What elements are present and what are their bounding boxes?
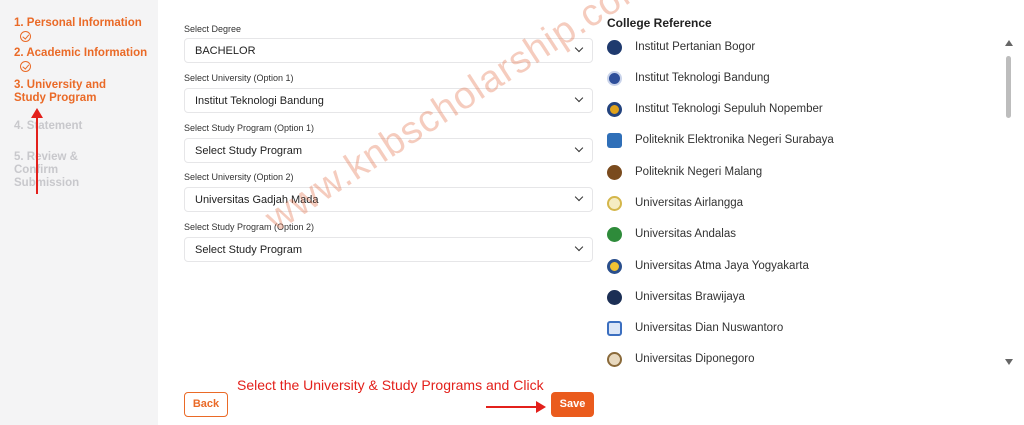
select-university-1-label: Select University (Option 1) (184, 73, 294, 83)
select-university-2-value: Universitas Gadjah Mada (195, 194, 319, 206)
university-logo-icon (607, 71, 622, 86)
select-program-2[interactable]: Select Study Program (184, 237, 593, 262)
reference-scrollbar[interactable] (1003, 40, 1015, 365)
save-button[interactable]: Save (551, 392, 594, 417)
step-label: 4. Statement (14, 120, 83, 132)
check-circle-icon (20, 31, 31, 42)
scroll-down-arrow-icon[interactable] (1005, 359, 1013, 365)
select-university-1-value: Institut Teknologi Bandung (195, 95, 324, 107)
scrollbar-thumb[interactable] (1006, 56, 1011, 118)
university-logo-icon (607, 227, 622, 242)
college-name: Universitas Airlangga (635, 197, 744, 209)
back-button[interactable]: Back (184, 392, 228, 417)
step-university-study-program[interactable]: 3. University and Study Program (14, 79, 134, 105)
annotation-arrow-up-icon (31, 108, 43, 194)
university-logo-icon (607, 165, 622, 180)
select-degree-label: Select Degree (184, 24, 242, 34)
select-degree[interactable]: BACHELOR (184, 38, 593, 63)
select-university-1[interactable]: Institut Teknologi Bandung (184, 88, 593, 113)
steps-sidebar: 1. Personal Information 2. Academic Info… (0, 0, 158, 425)
chevron-down-icon (574, 43, 584, 53)
university-logo-icon (607, 259, 622, 274)
select-degree-value: BACHELOR (195, 45, 256, 57)
select-program-2-label: Select Study Program (Option 2) (184, 222, 315, 232)
chevron-down-icon (574, 242, 584, 252)
step-statement: 4. Statement (14, 120, 82, 133)
step-personal-information[interactable]: 1. Personal Information (14, 17, 158, 45)
chevron-down-icon (574, 192, 584, 202)
select-university-2[interactable]: Universitas Gadjah Mada (184, 187, 593, 212)
form-panel (167, 0, 1024, 425)
college-name: Institut Teknologi Sepuluh Nopember (635, 103, 823, 115)
university-logo-icon (607, 290, 622, 305)
step-label: 5. Review & Confirm Submission (14, 151, 80, 189)
step-review-confirm: 5. Review & Confirm Submission (14, 151, 124, 190)
university-logo-icon (607, 133, 622, 148)
step-academic-information[interactable]: 2. Academic Information (14, 47, 158, 75)
annotation-arrow-right-icon (486, 401, 546, 413)
annotation-instruction: Select the University & Study Programs a… (237, 377, 544, 393)
college-name: Institut Pertanian Bogor (635, 41, 756, 53)
college-name: Politeknik Elektronika Negeri Surabaya (635, 134, 834, 146)
check-circle-icon (20, 61, 31, 72)
chevron-down-icon (574, 143, 584, 153)
step-label: 3. University and Study Program (14, 79, 107, 104)
step-label: 2. Academic Information (14, 47, 148, 59)
step-label: 1. Personal Information (14, 17, 142, 29)
university-logo-icon (607, 196, 622, 211)
university-logo-icon (607, 352, 622, 367)
select-program-1-label: Select Study Program (Option 1) (184, 123, 315, 133)
university-logo-icon (607, 102, 622, 117)
college-name: Universitas Andalas (635, 228, 736, 240)
select-university-2-label: Select University (Option 2) (184, 172, 294, 182)
college-name: Universitas Brawijaya (635, 291, 745, 303)
select-program-2-value: Select Study Program (195, 244, 302, 256)
university-logo-icon (607, 40, 622, 55)
university-logo-icon (607, 321, 622, 336)
select-program-1[interactable]: Select Study Program (184, 138, 593, 163)
college-reference-title: College Reference (607, 16, 712, 30)
college-name: Universitas Dian Nuswantoro (635, 322, 784, 334)
scroll-up-arrow-icon[interactable] (1005, 40, 1013, 46)
college-name: Universitas Diponegoro (635, 353, 755, 365)
chevron-down-icon (574, 93, 584, 103)
select-program-1-value: Select Study Program (195, 145, 302, 157)
college-name: Politeknik Negeri Malang (635, 166, 763, 178)
college-name: Universitas Atma Jaya Yogyakarta (635, 260, 809, 272)
college-name: Institut Teknologi Bandung (635, 72, 770, 84)
